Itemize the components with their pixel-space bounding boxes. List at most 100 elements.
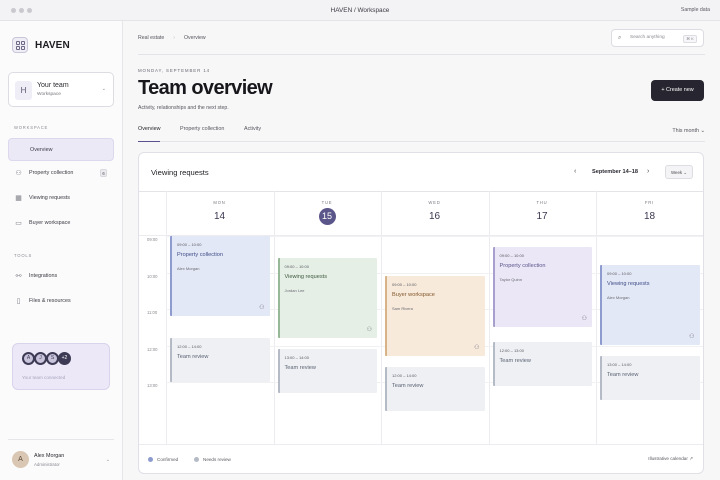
add-person-icon[interactable]: ⚇ [689, 333, 694, 340]
sidebar-item-label: Property collection [29, 170, 74, 176]
brand[interactable]: HAVEN [12, 37, 70, 53]
calendar-event[interactable]: 12:00 – 14:00 Team review [385, 367, 485, 412]
day-number[interactable]: 17 [489, 211, 596, 222]
event-title: Team review [499, 357, 531, 364]
file-icon: ▯ [16, 298, 21, 305]
team-connected-card[interactable]: A J S +2 Your team connected [12, 343, 110, 390]
users-icon: ⚇ [15, 170, 22, 177]
divider [139, 191, 703, 192]
home-icon [15, 146, 24, 155]
calendar-event[interactable]: 09:00 – 10:00 Viewing requests Jordan Lee ⚇ [277, 257, 377, 339]
breadcrumb-separator: › [173, 35, 175, 41]
chevron-right-icon[interactable]: › [647, 168, 649, 175]
calendar-event[interactable]: 09:00 – 10:00 Property collection Alex Mor… [170, 236, 270, 317]
day-name: MON [213, 200, 226, 205]
event-title: Property collection [499, 262, 546, 269]
legend-label: Needs review [203, 456, 231, 462]
column-divider [704, 191, 705, 445]
add-person-icon[interactable]: ⚇ [367, 326, 372, 333]
header-divider [138, 54, 705, 55]
event-title: Property collection [177, 252, 224, 258]
event-title: Viewing requests [607, 281, 650, 288]
calendar-event[interactable]: 09:00 – 10:00 Buyer workspace Sam Rivera ⚇ [385, 276, 485, 357]
day-number[interactable]: 18 [596, 211, 703, 222]
tools-section-label: TOOLS [14, 253, 33, 258]
legend-confirmed: Confirmed [148, 457, 178, 462]
sidebar-item-overview[interactable]: Overview [8, 138, 114, 161]
period-select[interactable]: This month ⌄ [672, 128, 705, 134]
user-profile[interactable]: A Alex Morgan Administrator ⌄ [8, 439, 114, 471]
day-name: THU [536, 200, 548, 205]
sample-data-label[interactable]: Sample data [681, 7, 710, 13]
date-range: September 14–18 [592, 169, 639, 175]
event-person: Jordan Lee [284, 287, 305, 293]
column-divider [488, 191, 490, 445]
time-label: 09:00 [147, 237, 158, 242]
team-name: Your team [37, 82, 69, 89]
sidebar-item-property-collection[interactable]: ⚇ Property collection 6 [8, 162, 114, 185]
calendar-event[interactable]: 13:00 – 14:00 Team review [277, 349, 377, 393]
chat-icon: ▭ [15, 220, 22, 227]
calendar-event[interactable]: 12:00 – 13:00 Team review [492, 341, 592, 386]
time-label: 13:00 [147, 383, 158, 388]
column-divider [273, 191, 275, 445]
calendar-event[interactable]: 12:00 – 14:00 Team review [170, 338, 270, 382]
calendar-title: Viewing requests [151, 168, 209, 177]
event-time: 09:00 – 10:00 [284, 263, 309, 269]
legend-dot [194, 457, 199, 462]
sidebar-item-files-resources[interactable]: ▯ Files & resources [8, 290, 114, 313]
legend-label: Confirmed [157, 456, 179, 462]
chevron-down-icon: ⌄ [105, 457, 110, 463]
add-person-icon[interactable]: ⚇ [582, 315, 587, 322]
create-new-button[interactable]: + Create new [651, 80, 704, 101]
time-label: 11:00 [147, 310, 158, 315]
event-time: 12:00 – 14:00 [392, 373, 417, 379]
event-time: 09:00 – 10:00 [499, 252, 524, 258]
day-number[interactable]: 16 [381, 211, 488, 222]
event-title: Team review [177, 354, 209, 361]
event-title: Team review [284, 365, 316, 372]
sidebar-item-integrations[interactable]: ⚯ Integrations [8, 265, 114, 288]
more-avatars-badge: +2 [58, 352, 71, 365]
day-name: WED [428, 200, 441, 205]
calendar-event[interactable]: 09:00 – 10:00 Property collection Taylor Q… [492, 246, 592, 328]
sidebar-item-buyer-workspace[interactable]: ▭ Buyer workspace [8, 212, 114, 235]
main-content: Real estate › Overview ⌕ Search anything ⌘… [123, 21, 720, 480]
sidebar-item-viewing-requests[interactable]: ▦ Viewing requests [8, 187, 114, 210]
event-title: Buyer workspace [392, 292, 435, 299]
integrations-icon: ⚯ [15, 273, 22, 280]
tab-property-collection[interactable]: Property collection [180, 126, 224, 142]
calendar-event[interactable]: 09:00 – 10:00 Viewing requests Alex Morgan… [600, 265, 700, 346]
page-title: Team overview [138, 77, 273, 99]
today-day-number[interactable]: 15 [318, 208, 336, 225]
brand-name: HAVEN [35, 39, 70, 51]
tab-overview[interactable]: Overview [138, 126, 161, 142]
avatar: A [12, 451, 29, 468]
team-switcher[interactable]: H Your team Workspace ⌄ [8, 72, 114, 107]
illustrative-calendar-link[interactable]: Illustrative calendar ↗ [648, 456, 693, 462]
calendar-event[interactable]: 13:00 – 14:00 Team review [600, 356, 700, 401]
user-name: Alex Morgan [34, 453, 65, 459]
search-input[interactable]: ⌕ Search anything ⌘ K [611, 29, 704, 47]
event-time: 09:00 – 10:00 [392, 282, 417, 288]
search-placeholder: Search anything [630, 35, 665, 40]
viewing-requests-calendar: Viewing requests ‹ September 14–18 › Wee… [138, 152, 704, 474]
chevron-left-icon[interactable]: ‹ [574, 168, 576, 175]
window-title: HAVEN / Workspace [330, 7, 390, 14]
team-connected-text: Your team connected [22, 375, 66, 380]
time-label: 12:00 [147, 346, 158, 352]
breadcrumb-root[interactable]: Real estate [138, 35, 164, 41]
tab-activity[interactable]: Activity [244, 126, 261, 142]
page-subtitle: Activity, relationships and the next ste… [138, 105, 229, 111]
event-time: 09:00 – 10:00 [607, 271, 632, 277]
divider [139, 444, 703, 445]
add-person-icon[interactable]: ⚇ [474, 344, 479, 351]
view-select[interactable]: Week ⌄ [665, 165, 693, 179]
sidebar-item-label: Viewing requests [29, 195, 70, 201]
breadcrumb-current: Overview [183, 35, 206, 41]
event-time: 12:00 – 14:00 [177, 344, 202, 350]
day-number[interactable]: 14 [166, 211, 273, 222]
day-name: FRI [644, 200, 655, 205]
chevron-down-icon: ⌄ [101, 86, 106, 92]
add-person-icon[interactable]: ⚇ [259, 304, 264, 311]
